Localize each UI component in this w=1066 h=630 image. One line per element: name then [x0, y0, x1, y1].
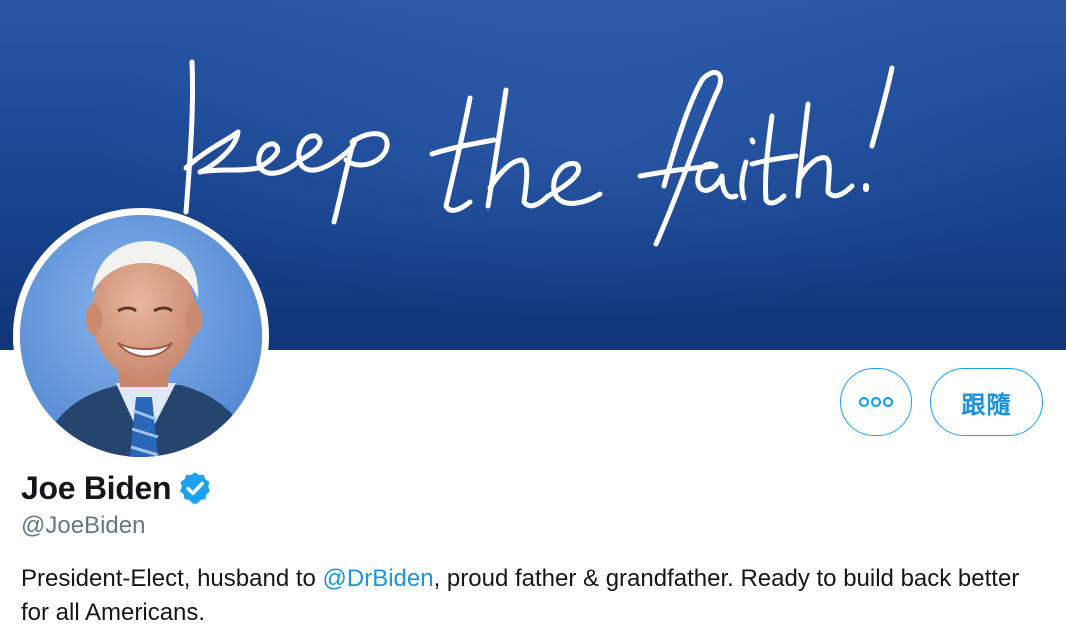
bio-text-start: President-Elect, husband to [21, 565, 323, 592]
profile-bio: President-Elect, husband to @DrBiden, pr… [21, 562, 1041, 630]
follow-button[interactable]: 跟隨 [930, 368, 1043, 436]
profile-name-row: Joe Biden [21, 466, 213, 510]
display-name: Joe Biden [21, 469, 172, 506]
avatar-photo [20, 215, 262, 457]
follow-button-label: 跟隨 [961, 390, 1012, 419]
avatar[interactable] [13, 208, 269, 464]
more-dots-icon [858, 396, 894, 408]
profile-page: 跟隨 Joe Biden @JoeBiden President-Elect, … [0, 0, 1066, 630]
portrait-image [20, 215, 262, 457]
more-options-button[interactable] [840, 368, 912, 436]
bio-mention-link[interactable]: @DrBiden [323, 565, 434, 592]
verified-badge-icon [180, 472, 211, 504]
profile-handle: @JoeBiden [21, 512, 146, 539]
